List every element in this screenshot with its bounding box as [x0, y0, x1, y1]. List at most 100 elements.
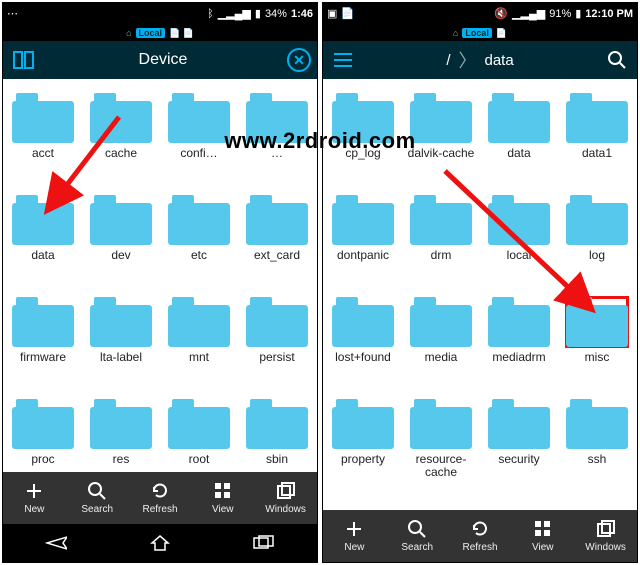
refresh-button[interactable]: Refresh	[449, 510, 512, 562]
window-layout-icon[interactable]	[9, 47, 39, 73]
search-icon	[87, 481, 107, 501]
close-icon[interactable]: ✕	[287, 48, 311, 72]
search-button[interactable]: Search	[386, 510, 449, 562]
folder-icon	[12, 195, 74, 245]
folder-dalvik-cache[interactable]: dalvik-cache	[403, 87, 479, 187]
folder-label: local	[507, 249, 532, 262]
folder-dontpanic[interactable]: dontpanic	[325, 189, 401, 289]
folder-data[interactable]: data	[5, 189, 81, 289]
folder-icon	[488, 399, 550, 449]
folder-label: ssh	[588, 453, 607, 466]
folder-label: media	[425, 351, 458, 364]
battery-percent: 91%	[549, 9, 571, 20]
folder-label: root	[189, 453, 210, 466]
toolbar-label: Refresh	[462, 542, 497, 553]
folder-mediadrm[interactable]: mediadrm	[481, 291, 557, 391]
folder-dev[interactable]: dev	[83, 189, 159, 289]
folder-label: ext_card	[254, 249, 300, 262]
extra-icons: 📄 📄	[169, 28, 194, 39]
new-icon	[24, 481, 44, 501]
recent-button[interactable]	[253, 535, 275, 551]
view-icon	[213, 481, 233, 501]
folder-data1[interactable]: data1	[559, 87, 635, 187]
phone-left: ⋯ ᛒ ▁▂▄▆ ▮ 34% 1:46 ⌂ Local 📄 📄 Device	[2, 2, 318, 563]
toolbar-label: Search	[81, 504, 113, 515]
clock: 1:46	[291, 9, 313, 20]
folder-label: data	[31, 249, 54, 262]
folder-icon	[410, 93, 472, 143]
folder-proc[interactable]: proc	[5, 393, 81, 472]
menu-icon[interactable]	[329, 48, 357, 72]
extra-icons: 📄	[496, 28, 507, 39]
folder-misc[interactable]: misc	[559, 291, 635, 391]
new-button[interactable]: New	[3, 472, 66, 524]
bluetooth-icon: ᛒ	[207, 9, 214, 20]
folder-firmware[interactable]: firmware	[5, 291, 81, 391]
folder-media[interactable]: media	[403, 291, 479, 391]
folder-lost-found[interactable]: lost+found	[325, 291, 401, 391]
notification-icon: ▣ 📄	[327, 9, 354, 20]
battery-icon: ▮	[575, 9, 581, 20]
folder-icon	[90, 399, 152, 449]
folder-icon	[90, 93, 152, 143]
folder-icon	[332, 93, 394, 143]
local-tag: Local	[136, 28, 166, 38]
breadcrumb[interactable]: / 〉 data	[357, 47, 603, 73]
local-tag: Local	[462, 28, 492, 38]
folder-local[interactable]: local	[481, 189, 557, 289]
folder-etc[interactable]: etc	[161, 189, 237, 289]
header-title: Device	[139, 51, 188, 69]
folder-label: confi…	[180, 147, 217, 160]
folder-cp-log[interactable]: cp_log	[325, 87, 401, 187]
view-icon	[533, 519, 553, 539]
folder-property[interactable]: property	[325, 393, 401, 493]
folder-cache[interactable]: cache	[83, 87, 159, 187]
folder-ext-card[interactable]: ext_card	[239, 189, 315, 289]
folder-ssh[interactable]: ssh	[559, 393, 635, 493]
android-navbar	[3, 524, 317, 562]
search-button[interactable]: Search	[66, 472, 129, 524]
search-icon[interactable]	[603, 46, 631, 74]
view-button[interactable]: View	[191, 472, 254, 524]
folder-label: cp_log	[345, 147, 380, 160]
folder-res[interactable]: res	[83, 393, 159, 472]
crumb-root[interactable]: /	[446, 52, 450, 69]
folder-acct[interactable]: acct	[5, 87, 81, 187]
folder-security[interactable]: security	[481, 393, 557, 493]
chevron-right-icon: 〉	[458, 47, 476, 73]
folder-label: …	[271, 147, 283, 160]
folder-icon	[246, 195, 308, 245]
folder-lta-label[interactable]: lta-label	[83, 291, 159, 391]
folder-label: lost+found	[335, 351, 391, 364]
folder-resource-cache[interactable]: resource-cache	[403, 393, 479, 493]
folder-label: etc	[191, 249, 207, 262]
folder-grid: acctcache confi… … data dev etc ext_cardfirmwa…	[3, 79, 317, 472]
folder-icon	[488, 297, 550, 347]
refresh-button[interactable]: Refresh	[129, 472, 192, 524]
folder-icon	[410, 399, 472, 449]
folder-data[interactable]: data	[481, 87, 557, 187]
folder-icon	[332, 399, 394, 449]
folder-mnt[interactable]: mnt	[161, 291, 237, 391]
path-minibar: ⌂ Local 📄	[323, 25, 637, 41]
windows-button[interactable]: Windows	[254, 472, 317, 524]
folder-icon	[332, 195, 394, 245]
folder-confi-[interactable]: confi…	[161, 87, 237, 187]
folder-icon	[410, 297, 472, 347]
new-button[interactable]: New	[323, 510, 386, 562]
folder-log[interactable]: log	[559, 189, 635, 289]
folder-root[interactable]: root	[161, 393, 237, 472]
battery-icon: ▮	[255, 9, 261, 20]
view-button[interactable]: View	[511, 510, 574, 562]
toolbar-label: View	[212, 504, 234, 515]
toolbar-label: Windows	[585, 542, 626, 553]
windows-button[interactable]: Windows	[574, 510, 637, 562]
folder-drm[interactable]: drm	[403, 189, 479, 289]
folder-persist[interactable]: persist	[239, 291, 315, 391]
folder-label: dalvik-cache	[408, 147, 475, 160]
search-icon	[407, 519, 427, 539]
back-button[interactable]	[45, 535, 67, 551]
folder--[interactable]: …	[239, 87, 315, 187]
folder-sbin[interactable]: sbin	[239, 393, 315, 472]
home-button[interactable]	[150, 534, 170, 552]
